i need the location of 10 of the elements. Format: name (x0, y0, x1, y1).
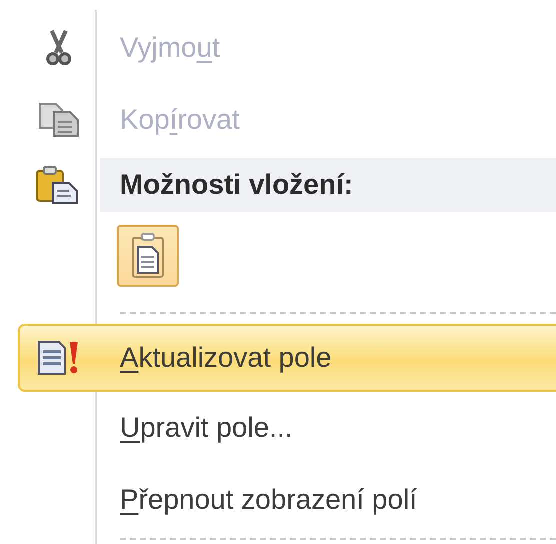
paste-option-button[interactable] (117, 225, 179, 287)
paste-icon (35, 165, 79, 205)
scissors-icon (46, 29, 72, 67)
highlighted-menu-item[interactable]: Aktualizovat pole (18, 324, 556, 392)
clipboard-icon (131, 233, 165, 279)
menu-item[interactable]: Upravit pole... (18, 392, 556, 464)
menu-item[interactable]: Přepnout zobrazení polí (18, 464, 556, 536)
document-warning-icon (37, 340, 81, 376)
section-header: Možnosti vložení: (100, 158, 556, 212)
copy-icon (38, 102, 80, 138)
